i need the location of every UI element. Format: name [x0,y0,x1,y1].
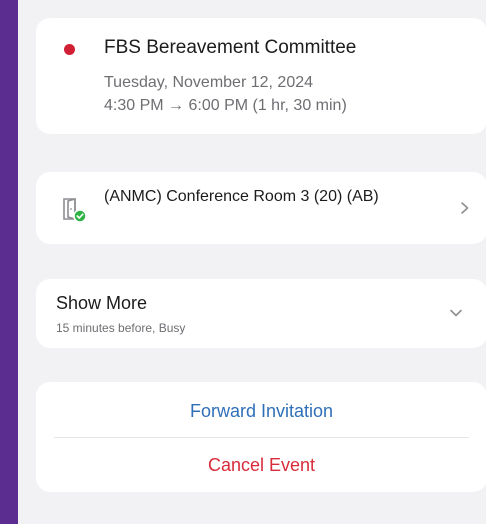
event-details-screen: FBS Bereavement Committee Tuesday, Novem… [18,0,486,524]
forward-invitation-button[interactable]: Forward Invitation [36,384,486,438]
location-row[interactable]: (ANMC) Conference Room 3 (20) (AB) [36,172,486,244]
room-available-icon [63,197,87,223]
event-summary-card: FBS Bereavement Committee Tuesday, Novem… [36,18,486,134]
calendar-color-dot [64,44,75,55]
event-date: Tuesday, November 12, 2024 [104,74,314,91]
show-more-row[interactable]: Show More 15 minutes before, Busy [36,279,486,348]
chevron-right-icon [461,202,469,214]
event-actions-card: Forward Invitation Cancel Event [36,382,486,492]
event-title: FBS Bereavement Committee [104,37,357,58]
cancel-event-button[interactable]: Cancel Event [36,438,486,492]
location-name: (ANMC) Conference Room 3 (20) (AB) [104,188,379,205]
chevron-down-icon [450,309,462,317]
show-more-label: Show More [56,293,148,313]
show-more-detail: 15 minutes before, Busy [56,321,186,335]
event-time-range: 4:30 PM → 6:00 PM (1 hr, 30 min) [104,97,347,114]
